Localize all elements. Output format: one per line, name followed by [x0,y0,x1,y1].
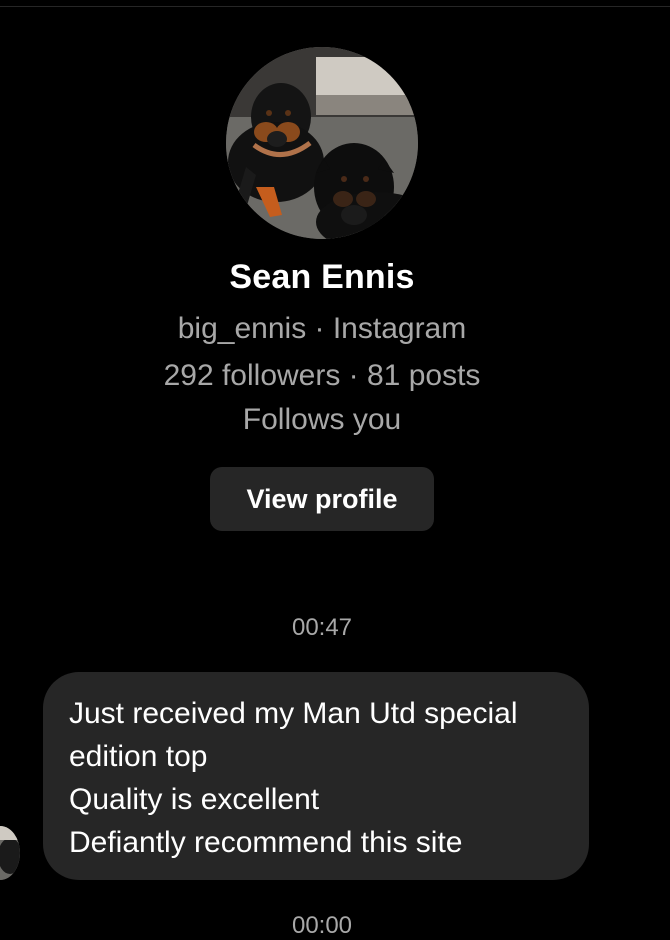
follow-status: Follows you [242,403,402,436]
message-line: Quality is excellent [69,783,320,816]
rottweilers-photo-icon [226,47,418,239]
sender-avatar[interactable] [0,826,20,880]
message-timestamp-next: 00:00 [291,912,353,939]
message-bubble[interactable]: Just received my Man Utd special edition… [43,672,589,880]
view-profile-button[interactable]: View profile [210,467,434,531]
message-line: edition top [69,740,208,773]
profile-stats-line: 292 followers · 81 posts [163,359,481,392]
message-timestamp: 00:47 [291,614,353,641]
profile-handle-line: big_ennis · Instagram [177,312,467,345]
profile-avatar[interactable] [226,47,418,239]
sender-avatar-icon [0,826,20,880]
message-line: Defiantly recommend this site [69,826,463,859]
top-divider [0,6,670,7]
message-line: Just received my Man Utd special [69,697,518,730]
profile-name: Sean Ennis [229,258,415,296]
